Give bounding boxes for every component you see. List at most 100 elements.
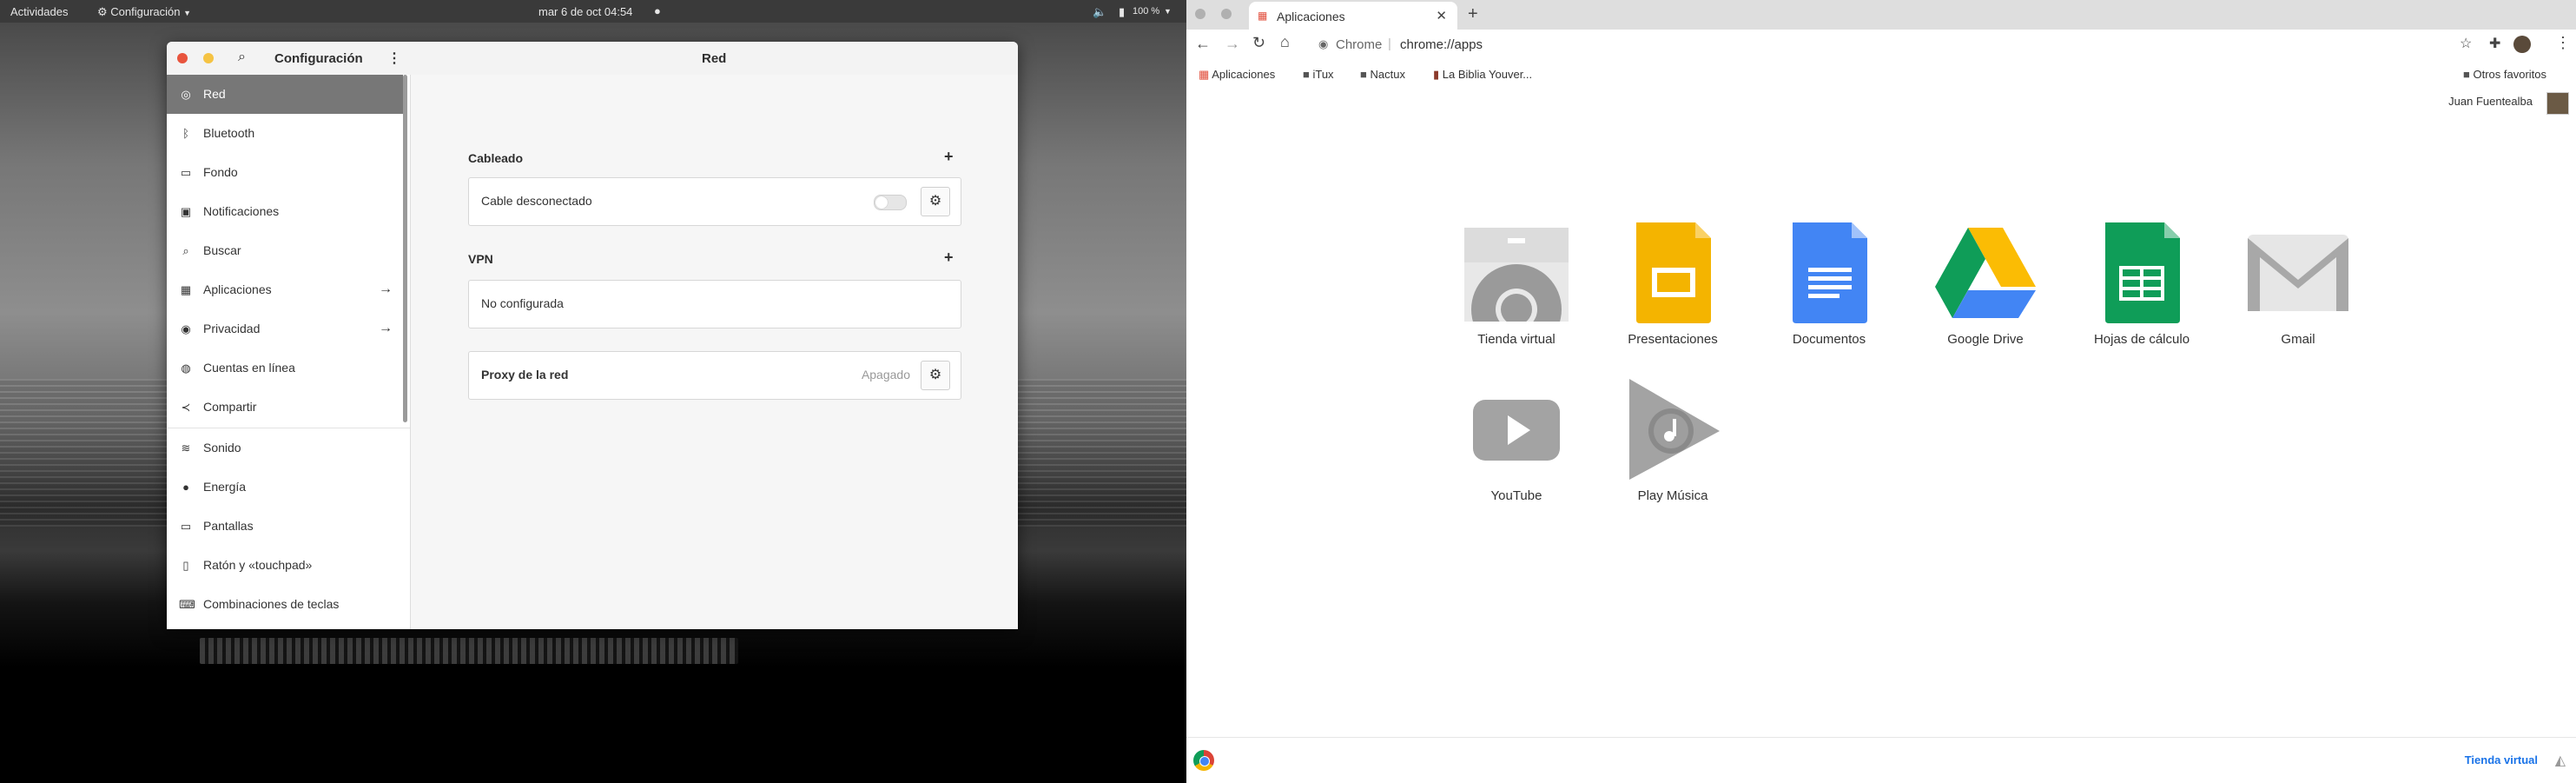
app-menu-label: Configuración (110, 5, 181, 18)
home-icon[interactable]: ⌂ (1280, 33, 1290, 51)
profile-avatar[interactable] (2513, 36, 2531, 53)
youtube-icon (1473, 400, 1560, 461)
bookmark-star-icon[interactable]: ☆ (2460, 35, 2472, 52)
folder-icon: ■ (1303, 68, 1310, 81)
sidebar-item-privacidad[interactable]: ◉ Privacidad → (167, 309, 403, 348)
forward-arrow-icon[interactable]: → (1225, 35, 1240, 53)
folder-icon: ■ (2463, 68, 2470, 81)
sidebar-item-pantallas[interactable]: ▭ Pantallas (167, 507, 403, 546)
gear-icon: ⚙ (928, 368, 942, 382)
clock[interactable]: mar 6 de oct 04:54 (538, 5, 632, 18)
app-label: Gmail (2281, 332, 2315, 347)
share-icon: ≺ (181, 401, 191, 414)
close-window-button[interactable] (177, 53, 188, 63)
privacy-icon: ◉ (181, 322, 191, 335)
online-accounts-icon: ◍ (181, 362, 191, 375)
sidebar-item-bluetooth[interactable]: ᛒ Bluetooth (167, 114, 403, 153)
sidebar-item-label: Buscar (203, 243, 241, 257)
gnome-desktop: Actividades ⚙ Configuración ▼ mar 6 de o… (0, 0, 1186, 782)
minimize-window-button[interactable] (203, 53, 214, 63)
profile-name[interactable]: Juan Fuentealba (2448, 95, 2533, 108)
bookmark-biblia[interactable]: ▮ La Biblia Youver... (1433, 68, 1532, 82)
app-gmail[interactable]: Gmail (2220, 222, 2376, 362)
app-google-drive[interactable]: Google Drive (1907, 222, 2064, 362)
sidebar-item-raton-touchpad[interactable]: ▯ Ratón y «touchpad» (167, 546, 403, 585)
profile-avatar[interactable] (2546, 92, 2569, 115)
add-wired-button[interactable]: + (944, 148, 954, 166)
tab-aplicaciones[interactable]: ▦ Aplicaciones ✕ (1249, 2, 1457, 30)
chrome-logo-icon (1193, 750, 1214, 771)
proxy-settings-button[interactable]: ⚙ (921, 361, 950, 390)
volume-icon[interactable]: 🔈 (1093, 5, 1106, 19)
menu-kebab-icon[interactable]: ⋮ (387, 50, 401, 67)
power-icon: ● (182, 481, 189, 494)
sidebar-item-label: Fondo (203, 165, 238, 179)
gmail-icon (2248, 235, 2348, 311)
apps-grid-icon: ▦ (1258, 10, 1268, 22)
activities-button[interactable]: Actividades (10, 5, 68, 18)
omnibox-url: chrome://apps (1400, 37, 1483, 52)
arrow-right-icon: → (379, 321, 393, 335)
omnibox[interactable]: ◉ Chrome | chrome://apps (1310, 33, 2421, 57)
menu-kebab-icon[interactable]: ⋮ (2555, 34, 2571, 52)
app-youtube[interactable]: YouTube (1438, 379, 1595, 518)
bookmark-nactux[interactable]: ■ Nactux (1360, 68, 1405, 81)
web-store-icon[interactable]: ◭ (2555, 752, 2566, 769)
sidebar-item-buscar[interactable]: ⌕ Buscar (167, 231, 403, 270)
app-label: Hojas de cálculo (2093, 332, 2190, 347)
omnibox-separator: | (1388, 36, 1391, 51)
apps-page: Juan Fuentealba Tienda virtual Presentac… (1186, 87, 2576, 737)
app-hojas-de-calculo[interactable]: Hojas de cálculo (2064, 222, 2220, 362)
background-icon: ▭ (180, 166, 192, 179)
sidebar-scrollbar[interactable] (403, 75, 407, 422)
app-documentos[interactable]: Documentos (1751, 222, 1907, 362)
bookmark-label: Nactux (1370, 68, 1405, 81)
sidebar-item-cuentas-en-linea[interactable]: ◍ Cuentas en línea (167, 348, 403, 388)
reload-icon[interactable]: ↻ (1252, 34, 1265, 52)
keyboard-icon: ⌨ (179, 598, 195, 611)
close-tab-icon[interactable]: ✕ (1436, 8, 1447, 23)
web-store-link[interactable]: Tienda virtual (2465, 753, 2538, 766)
sidebar-item-label: Combinaciones de teclas (203, 597, 340, 611)
wired-toggle-switch[interactable] (874, 195, 907, 210)
search-icon[interactable]: ⌕ (238, 50, 246, 65)
battery-icon[interactable]: ▮ (1119, 5, 1125, 19)
bookmark-itux[interactable]: ■ iTux (1303, 68, 1334, 81)
wired-settings-button[interactable]: ⚙ (921, 187, 950, 216)
app-menu[interactable]: ⚙ Configuración ▼ (97, 5, 191, 19)
minimize-window-button[interactable] (1221, 9, 1232, 19)
app-play-musica[interactable]: Play Música (1595, 379, 1751, 518)
proxy-label: Proxy de la red (481, 368, 569, 382)
back-arrow-icon[interactable]: ← (1195, 35, 1211, 53)
vpn-status-label: No configurada (481, 296, 564, 310)
app-tienda-virtual[interactable]: Tienda virtual (1438, 222, 1595, 362)
sidebar-item-notificaciones[interactable]: ▣ Notificaciones (167, 192, 403, 231)
chrome-window: ▦ Aplicaciones ✕ + ← → ↻ ⌂ ◉ Chrome | ch… (1186, 0, 2576, 783)
vpn-section-title: VPN (468, 252, 493, 266)
sidebar-item-fondo[interactable]: ▭ Fondo (167, 153, 403, 192)
extensions-puzzle-icon[interactable]: ✚ (2489, 35, 2500, 52)
arrow-right-icon: → (379, 282, 393, 296)
docs-icon (1793, 222, 1867, 323)
sidebar-item-compartir[interactable]: ≺ Compartir (167, 388, 403, 427)
app-presentaciones[interactable]: Presentaciones (1595, 222, 1751, 362)
proxy-row[interactable]: Proxy de la red Apagado ⚙ (468, 351, 961, 400)
system-menu-chevron-icon[interactable]: ▼ (1164, 7, 1172, 16)
apps-footer: Tienda virtual ◭ (1186, 737, 2576, 783)
bookmarks-bar: ▦ Aplicaciones ■ iTux ■ Nactux ▮ La Bibl… (1186, 61, 2576, 88)
app-label: Presentaciones (1628, 332, 1718, 347)
bookmark-aplicaciones[interactable]: ▦ Aplicaciones (1199, 68, 1275, 82)
close-window-button[interactable] (1195, 9, 1205, 19)
app-label: YouTube (1490, 488, 1542, 503)
sidebar-item-sonido[interactable]: ≋ Sonido (167, 428, 403, 468)
add-vpn-button[interactable]: + (944, 249, 954, 267)
sidebar-item-red[interactable]: ◎ Red (167, 75, 403, 114)
sidebar-item-energia[interactable]: ● Energía (167, 468, 403, 507)
new-tab-button[interactable]: + (1468, 4, 1478, 24)
sidebar-item-aplicaciones[interactable]: ▦ Aplicaciones → (167, 270, 403, 309)
settings-sidebar: ◎ Red ᛒ Bluetooth ▭ Fondo ▣ Notificacion… (167, 75, 411, 629)
sidebar-item-label: Notificaciones (203, 204, 280, 218)
sidebar-item-combinaciones-de-teclas[interactable]: ⌨ Combinaciones de teclas (167, 585, 403, 624)
other-bookmarks[interactable]: ■ Otros favoritos (2463, 68, 2546, 81)
wired-connection-row: Cable desconectado ⚙ (468, 177, 961, 226)
